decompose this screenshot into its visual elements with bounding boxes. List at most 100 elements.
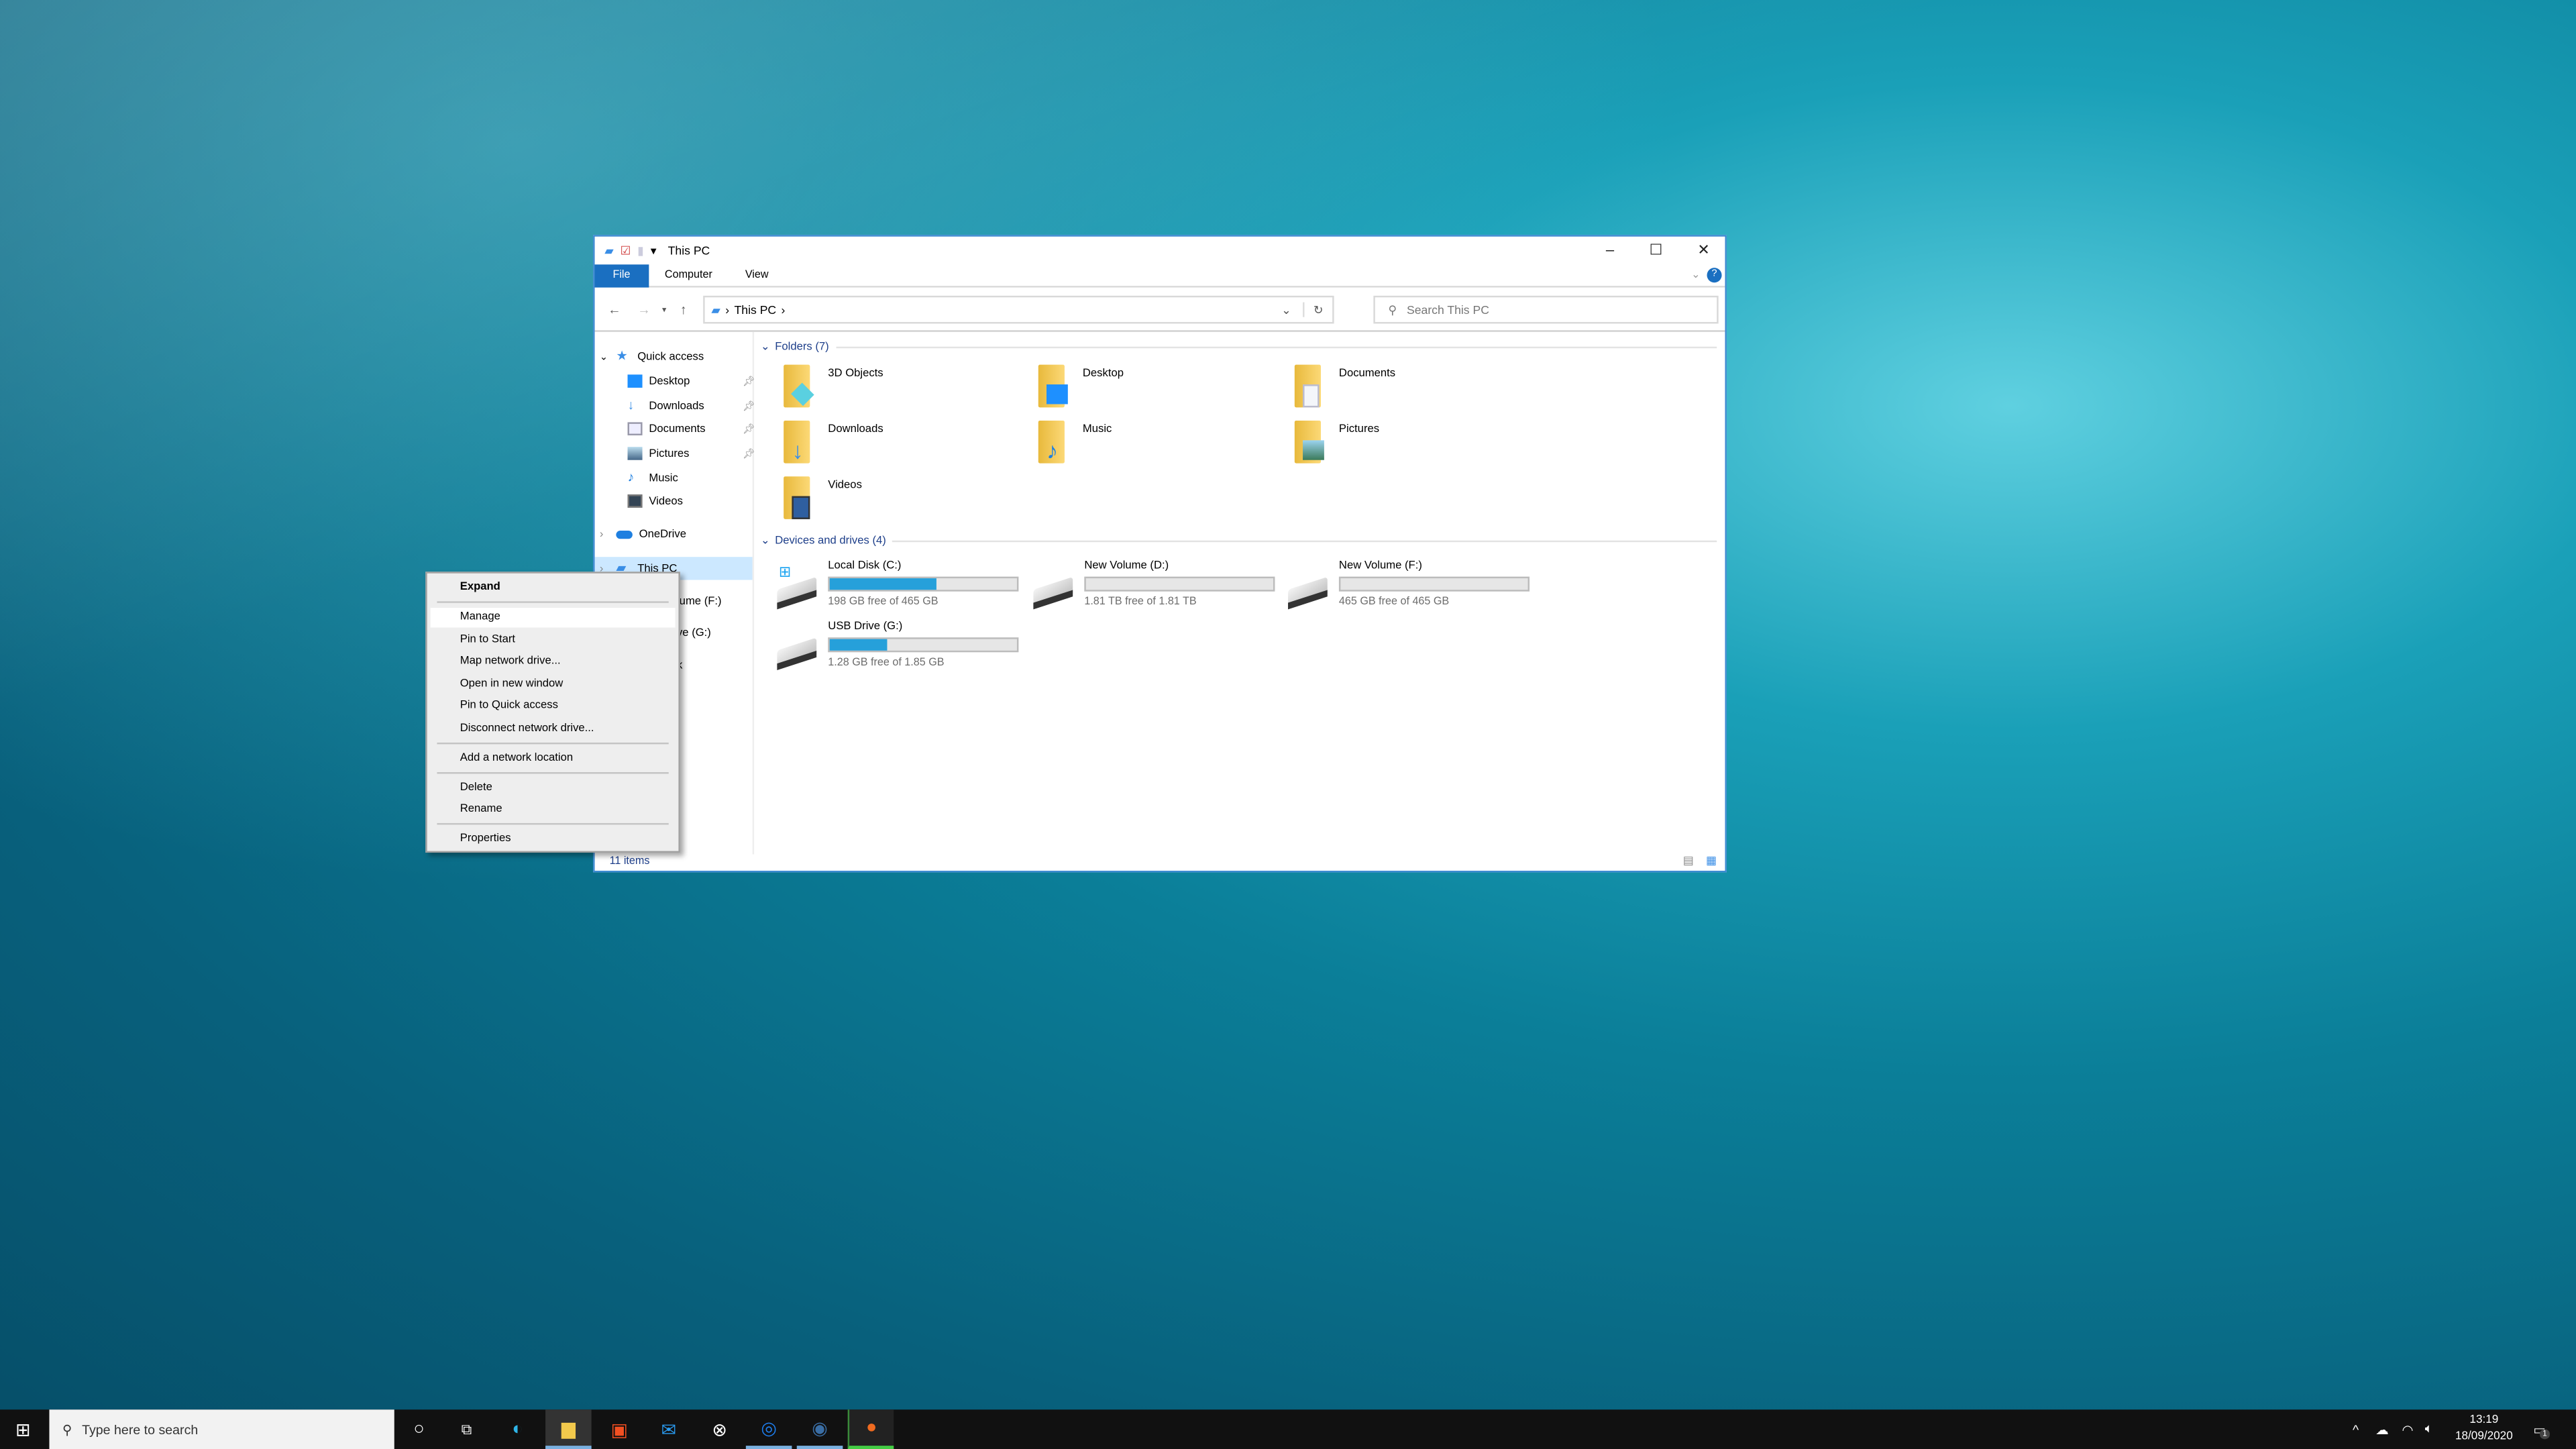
help-icon[interactable]: ?	[1707, 268, 1722, 283]
folders-section-header[interactable]: ⌄ Folders (7)	[761, 340, 1717, 353]
xbox-icon[interactable]: ⊗	[696, 1409, 743, 1449]
steam-icon[interactable]: ◉	[796, 1409, 843, 1449]
maximize-button[interactable]: ☐	[1633, 237, 1679, 263]
refresh-icon[interactable]: ↻	[1303, 302, 1332, 317]
pin-icon[interactable]: 📌︎	[743, 400, 780, 412]
up-icon[interactable]: ↑	[680, 303, 687, 317]
mail-icon[interactable]: ✉	[645, 1409, 692, 1449]
details-view-icon[interactable]: ▤	[1683, 854, 1694, 867]
pin-icon[interactable]: 📌︎	[743, 423, 780, 435]
menu-separator	[437, 742, 669, 745]
volume-icon[interactable]: 🔈︎	[2425, 1409, 2433, 1449]
origin-icon[interactable]: ●	[847, 1409, 894, 1449]
sidebar-item-label: Quick access	[637, 350, 704, 363]
drive-name: Local Disk (C:)	[828, 560, 902, 572]
windows-icon: ⊞	[778, 564, 792, 580]
sidebar-item-pictures[interactable]: Pictures 📌︎	[627, 442, 786, 465]
menu-item-delete[interactable]: Delete	[431, 779, 676, 798]
menu-item-disconnect-network-drive[interactable]: Disconnect network drive...	[431, 720, 676, 739]
tab-computer[interactable]: Computer	[648, 264, 729, 286]
menu-item-expand[interactable]: Expand	[431, 578, 676, 598]
chevron-right-icon[interactable]: ›	[600, 528, 616, 539]
properties-icon[interactable]: ☑	[621, 243, 631, 258]
menu-item-pin-quick-access[interactable]: Pin to Quick access	[431, 696, 676, 716]
sidebar-item-downloads[interactable]: ↓ Downloads 📌︎	[628, 394, 786, 417]
search-input[interactable]: ⚲ Search This PC	[1373, 295, 1719, 324]
taskbar-search-input[interactable]: ⚲ Type here to search	[49, 1409, 394, 1449]
pin-icon[interactable]: 📌︎	[743, 376, 780, 387]
show-hidden-icons[interactable]: ^	[2353, 1409, 2359, 1449]
customize-toolbar-icon[interactable]: ▾	[651, 243, 657, 258]
drive-d[interactable]: New Volume (D:) 1.81 TB free of 1.81 TB	[1033, 560, 1279, 623]
sidebar-item-label: Desktop	[649, 375, 690, 387]
new-folder-icon[interactable]: ▮	[637, 243, 644, 258]
drive-f[interactable]: New Volume (F:) 465 GB free of 465 GB	[1288, 560, 1534, 623]
drives-section-header[interactable]: ⌄ Devices and drives (4)	[761, 534, 1717, 547]
drive-icon	[1288, 576, 1328, 610]
large-icons-view-icon[interactable]: ▦	[1706, 854, 1717, 867]
start-windows-icon[interactable]: ⊞	[0, 1409, 46, 1449]
chevron-down-icon[interactable]: ⌄	[600, 351, 616, 362]
drive-usage-bar	[828, 637, 1019, 653]
sidebar-item-onedrive[interactable]: › OneDrive	[600, 523, 757, 545]
expand-ribbon-icon[interactable]: ⌄	[1684, 264, 1707, 286]
menu-item-pin-to-start[interactable]: Pin to Start	[431, 631, 676, 650]
music-icon: ♪	[627, 470, 635, 485]
recent-locations-icon[interactable]: ▾	[662, 306, 666, 316]
close-button[interactable]: ✕	[1680, 237, 1727, 263]
menu-item-open-new-window[interactable]: Open in new window	[431, 676, 676, 695]
sidebar-item-videos[interactable]: Videos	[627, 490, 786, 513]
edge-icon[interactable]: ◐	[494, 1409, 541, 1449]
tab-file[interactable]: File	[594, 264, 649, 287]
menu-item-properties[interactable]: Properties	[431, 830, 676, 849]
folder-music[interactable]: ♪ Music	[1038, 420, 1285, 480]
drive-free-space: 1.81 TB free of 1.81 TB	[1084, 596, 1197, 608]
notification-center-icon[interactable]: ▭ 1	[2533, 1409, 2551, 1449]
menu-separator	[437, 822, 669, 825]
drive-name: New Volume (F:)	[1338, 560, 1422, 572]
folder-name: Pictures	[1338, 423, 1380, 435]
sidebar-item-quick-access[interactable]: ⌄ ★ Quick access	[600, 345, 757, 368]
drive-free-space: 198 GB free of 465 GB	[828, 596, 938, 608]
tab-view[interactable]: View	[729, 264, 785, 286]
drive-c[interactable]: ⊞ Local Disk (C:) 198 GB free of 465 GB	[777, 560, 1023, 623]
chevron-down-icon[interactable]: ⌄	[761, 340, 770, 353]
sidebar-item-music[interactable]: ♪ Music	[628, 467, 786, 490]
forward-icon[interactable]: →	[637, 303, 651, 317]
minimize-button[interactable]: –	[1587, 237, 1633, 263]
folder-downloads[interactable]: ↓ Downloads	[784, 420, 1030, 480]
sidebar-item-label: OneDrive	[639, 528, 686, 540]
chevron-down-icon[interactable]: ⌄	[761, 534, 770, 547]
address-bar[interactable]: ▰ › This PC › ⌄ ↻	[703, 295, 1334, 324]
drive-icon	[1033, 576, 1073, 610]
back-icon[interactable]: ←	[608, 303, 621, 317]
address-dropdown-icon[interactable]: ⌄	[1281, 303, 1291, 317]
breadcrumb-separator[interactable]: ›	[781, 303, 785, 317]
drive-g[interactable]: USB Drive (G:) 1.28 GB free of 1.85 GB	[777, 621, 1023, 684]
folder-videos[interactable]: Videos	[784, 476, 1030, 535]
notification-count-badge: 1	[2539, 1429, 2551, 1440]
folder-pictures[interactable]: Pictures	[1294, 420, 1541, 480]
menu-item-manage[interactable]: Manage	[430, 608, 676, 628]
file-explorer-icon[interactable]: ▆	[545, 1409, 592, 1449]
menu-item-rename[interactable]: Rename	[431, 800, 676, 820]
clock[interactable]: 13:19 18/09/2020	[2455, 1409, 2514, 1449]
onedrive-tray-icon[interactable]: ☁	[2375, 1409, 2389, 1449]
search-placeholder: Type here to search	[82, 1421, 199, 1437]
section-title: Folders (7)	[775, 341, 829, 353]
uplay-icon[interactable]: ◎	[745, 1409, 792, 1449]
breadcrumb-this-pc[interactable]: This PC	[735, 303, 777, 317]
sidebar-item-documents[interactable]: Documents 📌︎	[627, 417, 786, 440]
folder-desktop[interactable]: Desktop	[1038, 364, 1285, 423]
wifi-icon[interactable]: ◠	[2402, 1409, 2413, 1449]
folder-3d-objects[interactable]: 3D Objects	[784, 364, 1030, 423]
sidebar-item-desktop[interactable]: Desktop 📌︎	[627, 370, 786, 392]
folder-documents[interactable]: Documents	[1294, 364, 1541, 423]
store-icon[interactable]: ▣	[596, 1409, 643, 1449]
cortana-icon[interactable]: ○	[396, 1409, 442, 1449]
menu-item-add-network-location[interactable]: Add a network location	[431, 749, 676, 769]
pin-icon[interactable]: 📌︎	[743, 447, 780, 460]
menu-item-map-network-drive[interactable]: Map network drive...	[431, 652, 676, 672]
drive-usage-fill	[829, 639, 888, 651]
task-view-icon[interactable]: ⧉	[443, 1409, 490, 1449]
